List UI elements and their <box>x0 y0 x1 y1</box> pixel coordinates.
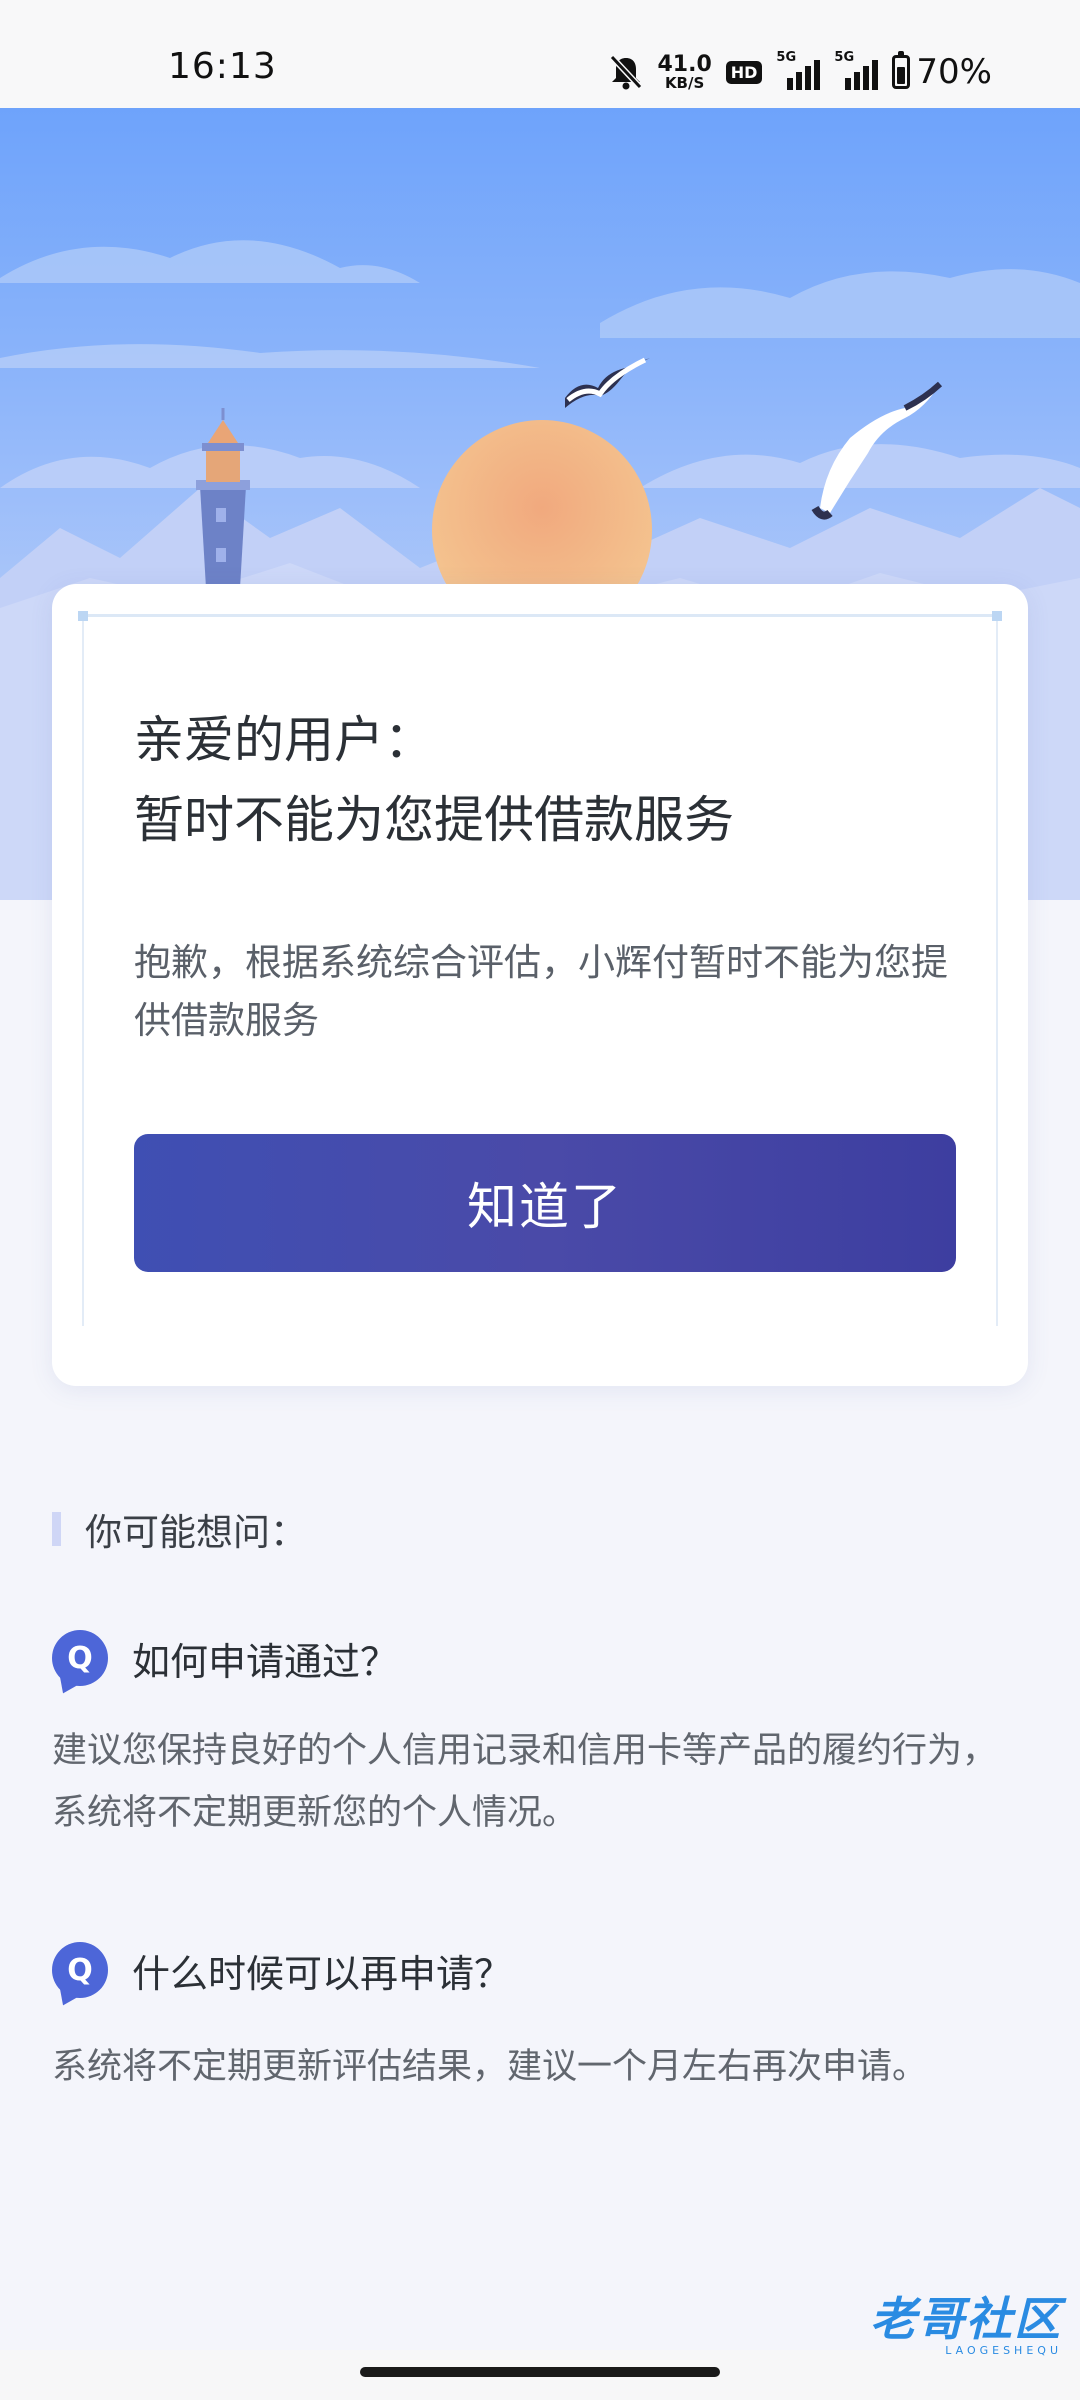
screen: 16:13 41.0 KB/S HD 5G 5G 70% 亲爱的用户： 暂时不能… <box>0 0 1080 2400</box>
faq-answer-2: 系统将不定期更新评估结果，建议一个月左右再次申请。 <box>52 2047 928 2087</box>
card-title-greeting: 亲爱的用户： <box>134 711 434 769</box>
heading-accent-bar <box>52 1512 61 1546</box>
question-icon: Q <box>52 1942 108 2010</box>
watermark-main-text: 老哥社区 <box>870 2292 1062 2346</box>
net-speed-unit: KB/S <box>664 73 705 92</box>
mute-bell-icon <box>610 54 643 90</box>
watermark-sub-text: LAOGESHEQU <box>945 2344 1062 2357</box>
question-icon: Q <box>52 1630 108 1698</box>
watermark-logo: 老哥社区 LAOGESHEQU <box>870 2296 1062 2357</box>
faq-question-2: Q 什么时候可以再申请？ <box>52 1942 513 2010</box>
rejection-card: 亲爱的用户： 暂时不能为您提供借款服务 抱歉，根据系统综合评估，小辉付暂时不能为… <box>52 584 1028 1386</box>
hd-badge: HD <box>725 60 763 84</box>
signal-icon: 5G <box>834 50 879 90</box>
faq-heading-text: 你可能想问： <box>85 1511 307 1554</box>
faq-question-1: Q 如何申请通过？ <box>52 1630 399 1698</box>
faq-answer-1: 建议您保持良好的个人信用记录和信用卡等产品的履约行为，系统将不定期更新您的个人情… <box>52 1731 998 1833</box>
got-it-button[interactable]: 知道了 <box>134 1134 956 1272</box>
card-title: 亲爱的用户： 暂时不能为您提供借款服务 <box>134 700 734 860</box>
net-speed: 41.0 KB/S <box>657 51 712 92</box>
faq-heading: 你可能想问： <box>52 1504 307 1554</box>
status-bar: 16:13 41.0 KB/S HD 5G 5G 70% <box>0 0 1080 108</box>
net-speed-value: 41.0 <box>657 51 712 77</box>
card-title-message: 暂时不能为您提供借款服务 <box>134 791 734 849</box>
battery-indicator: 70% <box>892 51 992 92</box>
status-icons: 41.0 KB/S HD 5G 5G 70% <box>609 48 992 96</box>
faq-question-text: 如何申请通过？ <box>132 1639 399 1684</box>
signal-icon: 5G <box>776 50 821 90</box>
card-description: 抱歉，根据系统综合评估，小辉付暂时不能为您提供借款服务 <box>134 941 948 1042</box>
battery-percent: 70% <box>916 52 992 92</box>
battery-fill <box>897 67 906 84</box>
gesture-bar[interactable] <box>360 2367 720 2377</box>
faq-question-text: 什么时候可以再申请？ <box>132 1951 513 1996</box>
status-time: 16:13 <box>168 46 277 87</box>
battery-icon <box>892 51 911 89</box>
